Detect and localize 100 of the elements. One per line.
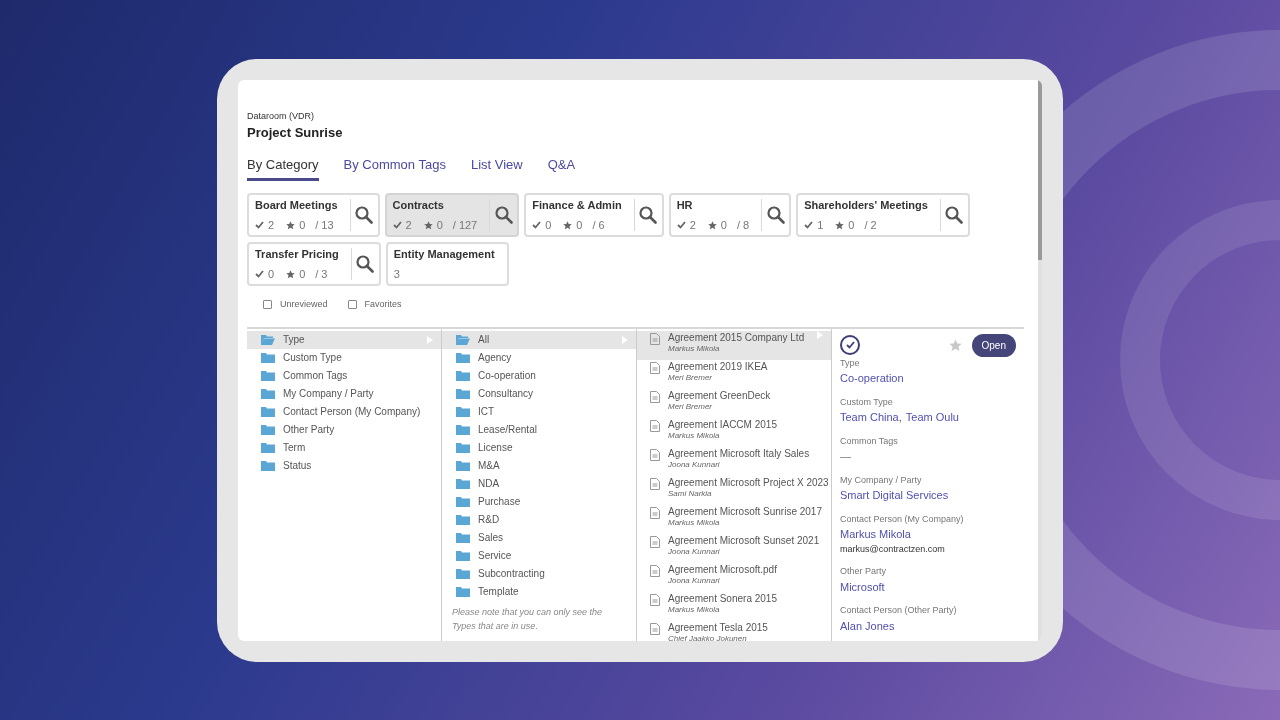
field-link[interactable]: Markus Mikola [840, 526, 911, 543]
folder-icon [456, 478, 470, 489]
reviewed-icon[interactable] [840, 335, 860, 355]
checkbox[interactable] [263, 300, 272, 310]
list-item[interactable]: NDA [442, 474, 636, 493]
document-row[interactable]: Agreement 2015 Company Ltd Markus Mikola [637, 330, 831, 360]
type-label: Co-operation [478, 369, 536, 383]
list-item[interactable]: M&A [442, 456, 636, 475]
field-link[interactable]: Alan Jones [840, 617, 895, 634]
document-owner: Joona Kunnari [668, 459, 721, 470]
document-row[interactable]: Agreement Microsoft Project X 2023 Sami Narkia [637, 475, 831, 505]
folder-icon [456, 388, 470, 399]
document-row[interactable]: Agreement Microsoft Sunrise 2017 Markus Mikola [637, 504, 831, 534]
page-subtitle: Dataroom (VDR) [247, 109, 315, 123]
document-row[interactable]: Agreement Microsoft Italy Sales Joona Kunnari [637, 446, 831, 476]
document-row[interactable]: Agreement 2019 IKEA Meri Bremer [637, 359, 831, 389]
document-owner: Markus Mikola [668, 430, 721, 441]
list-item[interactable]: Contact Person (My Company) [247, 402, 441, 421]
list-item[interactable]: R&D [442, 510, 636, 529]
check-icon [676, 221, 686, 230]
list-item[interactable]: ICT [442, 402, 636, 421]
category-card[interactable]: Shareholders' Meetings 1 0 / 2 [796, 193, 970, 237]
check-icon [804, 221, 814, 230]
document-icon [650, 622, 660, 635]
list-item[interactable]: Common Tags [247, 366, 441, 385]
type-label: Lease/Rental [478, 423, 537, 437]
list-item[interactable]: My Company / Party [247, 384, 441, 403]
tab[interactable]: Q&A [547, 154, 576, 181]
list-item[interactable]: Consultancy [442, 384, 636, 403]
category-card[interactable]: Board Meetings 2 0 / 13 [247, 193, 380, 237]
field-label: Other Party [840, 565, 887, 578]
folder-icon [456, 550, 470, 561]
favorite-count: 0 [299, 218, 306, 233]
group-label: My Company / Party [283, 387, 374, 401]
category-card[interactable]: Contracts 2 0 / 127 [384, 193, 520, 237]
list-item[interactable]: Other Party [247, 420, 441, 439]
category-card[interactable]: Finance & Admin 0 0 / 6 [524, 193, 664, 237]
document-row[interactable]: Agreement Tesla 2015 Chief Jaakko Jokunen [637, 620, 831, 641]
list-item[interactable]: Sales [442, 528, 636, 547]
open-folder-icon [261, 334, 275, 345]
open-button[interactable]: Open [971, 333, 1016, 357]
reviewed-count: 0 [545, 218, 552, 233]
type-label: Subcontracting [478, 567, 545, 581]
list-item[interactable]: Lease/Rental [442, 420, 636, 439]
document-row[interactable]: Agreement Sonera 2015 Markus Mikola [637, 591, 831, 621]
field-link[interactable]: Smart Digital Services [840, 487, 949, 504]
document-icon [650, 477, 660, 490]
field-link[interactable]: Co-operation [840, 370, 904, 387]
document-title: Agreement IACCM 2015 [668, 418, 777, 430]
category-card[interactable]: HR 2 0 / 8 [668, 193, 792, 237]
list-item[interactable]: License [442, 438, 636, 457]
document-row[interactable]: Agreement IACCM 2015 Markus Mikola [637, 417, 831, 447]
document-row[interactable]: Agreement Microsoft.pdf Joona Kunnari [637, 562, 831, 592]
document-title: Agreement 2015 Company Ltd [668, 331, 805, 343]
field-label: Common Tags [840, 434, 899, 448]
list-item[interactable]: Custom Type [247, 348, 441, 367]
list-item[interactable]: Service [442, 546, 636, 565]
field-label: Contact Person (Other Party) [840, 604, 958, 617]
category-card[interactable]: Entity Management 3 [385, 242, 509, 286]
reviewed-count: 2 [405, 218, 412, 233]
field-link[interactable]: Microsoft [840, 578, 885, 595]
field-label: Custom Type [840, 395, 894, 409]
total-count: / 2 [864, 218, 877, 233]
list-item[interactable]: Subcontracting [442, 564, 636, 583]
search-icon [355, 206, 373, 224]
type-label: Template [478, 585, 519, 599]
tab[interactable]: By Category [247, 154, 319, 181]
folder-icon [261, 352, 275, 363]
document-row[interactable]: Agreement Microsoft Sunset 2021 Joona Kunnari [637, 533, 831, 563]
total-count: / 8 [736, 218, 750, 233]
search-icon [639, 206, 658, 224]
list-item[interactable]: Template [442, 582, 636, 601]
list-item[interactable]: Purchase [442, 492, 636, 511]
document-row[interactable]: Agreement GreenDeck Meri Bremer [637, 388, 831, 418]
list-item[interactable]: Agency [442, 348, 636, 367]
list-item[interactable]: Term [247, 438, 441, 457]
document-icon [650, 593, 660, 606]
list-item[interactable]: Type [247, 330, 441, 349]
type-label: M&A [478, 459, 500, 473]
list-item[interactable]: All [442, 330, 636, 349]
reviewed-count: 2 [268, 218, 275, 233]
tab[interactable]: By Common Tags [343, 154, 446, 181]
tab[interactable]: List View [470, 154, 523, 181]
field-link[interactable]: Team Oulu [905, 409, 959, 426]
list-item[interactable]: Status [247, 456, 441, 475]
field-label: My Company / Party [840, 473, 923, 487]
folder-icon [456, 352, 470, 363]
type-label: Consultancy [478, 387, 534, 401]
checkbox[interactable] [347, 300, 357, 310]
folder-icon [456, 532, 470, 543]
category-card[interactable]: Transfer Pricing 0 0 / 3 [247, 242, 381, 286]
star-icon[interactable] [948, 338, 962, 352]
star-icon [286, 220, 296, 230]
document-owner: Markus Mikola [668, 343, 721, 354]
list-item[interactable]: Co-operation [442, 366, 636, 385]
empty-value: — [840, 449, 851, 464]
folder-icon [261, 442, 275, 453]
field-link[interactable]: Team China [840, 409, 899, 426]
field-label: Type [840, 356, 861, 370]
document-title: Agreement Sonera 2015 [668, 592, 777, 604]
